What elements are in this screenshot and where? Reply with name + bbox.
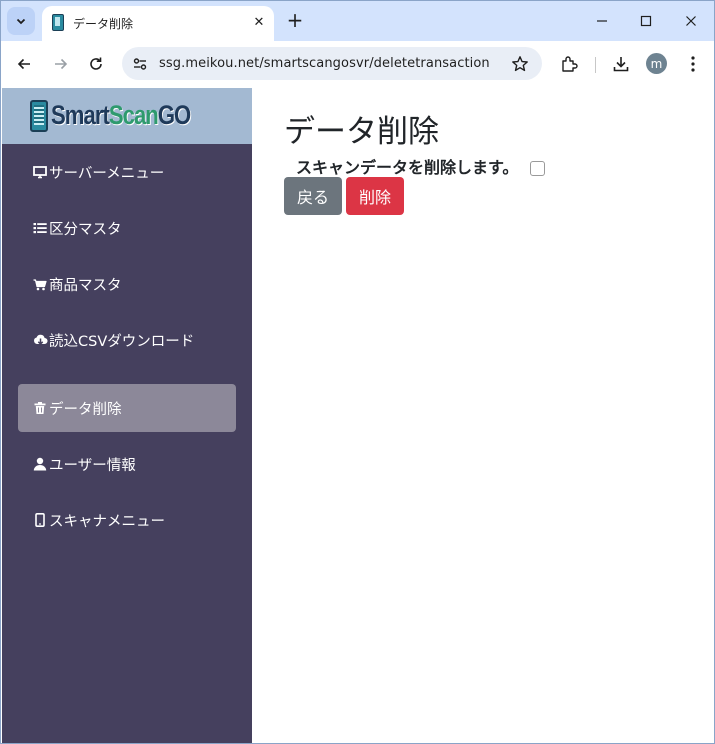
minimize-icon bbox=[597, 20, 607, 22]
confirm-delete-checkbox[interactable] bbox=[530, 160, 546, 176]
list-icon bbox=[32, 220, 48, 236]
brand-logo-text: SmartScanGO bbox=[51, 100, 191, 131]
url-text: ssg.meikou.net/smartscangosvr/deletetran… bbox=[159, 56, 490, 71]
sidebar-item-product-master[interactable]: 商品マスタ bbox=[18, 260, 236, 308]
brand-header[interactable]: SmartScanGO bbox=[2, 88, 252, 144]
sidebar-item-user-info[interactable]: ユーザー情報 bbox=[18, 440, 236, 488]
chevron-down-icon bbox=[16, 18, 26, 25]
tab-title: データ削除 bbox=[73, 17, 134, 31]
sidebar-item-label: 商品マスタ bbox=[49, 277, 122, 294]
maximize-button[interactable] bbox=[631, 7, 661, 35]
brand-phone-logo-icon bbox=[30, 100, 48, 132]
maximize-icon bbox=[640, 15, 652, 27]
profile-avatar[interactable]: m bbox=[646, 53, 667, 74]
new-tab-button[interactable]: + bbox=[284, 8, 306, 32]
sidebar-item-label: サーバーメニュー bbox=[49, 165, 165, 182]
extensions-icon[interactable] bbox=[557, 52, 581, 76]
forward-nav-button[interactable] bbox=[48, 51, 74, 77]
delete-button[interactable]: 削除 bbox=[346, 177, 404, 215]
sidebar-item-label: ユーザー情報 bbox=[49, 457, 136, 474]
brand-part-scan: Scan bbox=[108, 100, 159, 130]
sidebar-item-label: データ削除 bbox=[49, 401, 122, 418]
download-icon[interactable] bbox=[609, 52, 633, 76]
bookmark-star-icon[interactable] bbox=[509, 53, 531, 75]
site-settings-icon[interactable] bbox=[131, 55, 149, 73]
back-button[interactable]: 戻る bbox=[284, 177, 342, 215]
brand-part-smart: Smart bbox=[51, 100, 110, 130]
minimize-button[interactable] bbox=[587, 7, 617, 35]
monitor-icon bbox=[32, 164, 48, 180]
tab-search-button[interactable] bbox=[7, 7, 35, 35]
browser-window: データ削除 ✕ + ssg.meikou.net/smartscangosvr/… bbox=[0, 0, 715, 744]
sidebar: SmartScanGO サーバーメニュー 区分マスタ 商品マスタ 読込CSVダウ… bbox=[2, 88, 252, 743]
sidebar-item-label: 読込CSVダウンロード bbox=[49, 333, 195, 350]
sidebar-item-server-menu[interactable]: サーバーメニュー bbox=[18, 148, 236, 196]
tab-bar: データ削除 ✕ + bbox=[1, 1, 714, 41]
sidebar-item-label: スキャナメニュー bbox=[49, 513, 165, 530]
arrow-left-icon bbox=[17, 58, 30, 70]
confirm-delete-label[interactable]: スキャンデータを削除します。 bbox=[296, 154, 518, 178]
sidebar-item-category-master[interactable]: 区分マスタ bbox=[18, 204, 236, 252]
brand-part-go: GO bbox=[157, 100, 191, 130]
toolbar-separator bbox=[595, 57, 596, 73]
back-nav-button[interactable] bbox=[11, 51, 37, 77]
sidebar-item-scanner-menu[interactable]: スキャナメニュー bbox=[18, 496, 236, 544]
cloud-download-icon bbox=[32, 332, 48, 348]
arrow-right-icon bbox=[55, 58, 68, 70]
cart-icon bbox=[32, 276, 48, 292]
close-tab-icon[interactable]: ✕ bbox=[250, 13, 268, 31]
confirm-row: スキャンデータを削除します。 bbox=[296, 154, 546, 178]
main-content: データ削除 スキャンデータを削除します。 戻る 削除 bbox=[252, 88, 714, 743]
address-bar[interactable]: ssg.meikou.net/smartscangosvr/deletetran… bbox=[122, 47, 542, 80]
close-window-button[interactable] bbox=[676, 7, 706, 35]
trash-icon bbox=[32, 400, 48, 416]
browser-toolbar: ssg.meikou.net/smartscangosvr/deletetran… bbox=[1, 41, 714, 88]
page-title: データ削除 bbox=[284, 114, 439, 150]
more-menu-icon[interactable] bbox=[681, 52, 705, 76]
browser-tab-active[interactable]: データ削除 ✕ bbox=[42, 6, 274, 41]
person-icon bbox=[32, 456, 48, 472]
sidebar-item-csv-download[interactable]: 読込CSVダウンロード bbox=[18, 316, 236, 364]
sidebar-item-label: 区分マスタ bbox=[49, 221, 122, 238]
sidebar-item-data-delete[interactable]: データ削除 bbox=[18, 384, 236, 432]
favicon-icon bbox=[52, 14, 64, 31]
reload-icon bbox=[90, 57, 102, 70]
close-icon bbox=[686, 16, 696, 26]
reload-button[interactable] bbox=[83, 51, 109, 77]
phone-icon bbox=[32, 512, 48, 528]
